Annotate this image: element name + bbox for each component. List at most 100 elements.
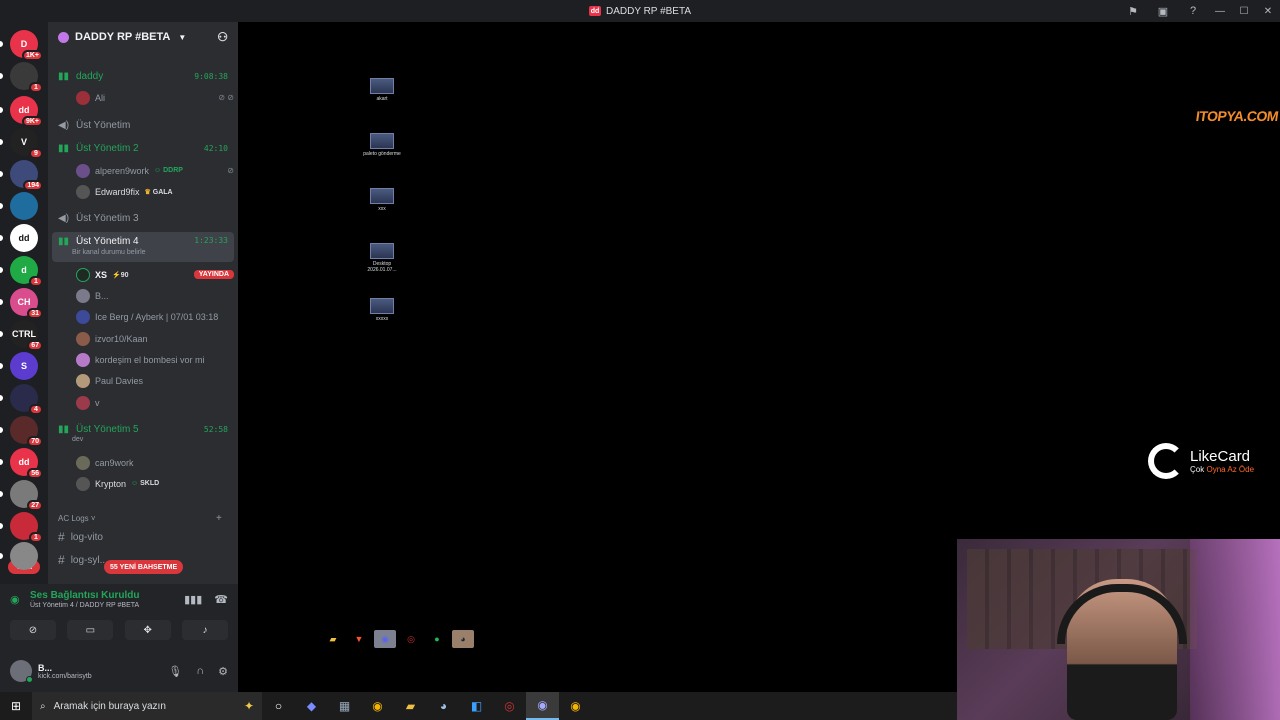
server-icon[interactable]: 70 xyxy=(10,416,43,447)
chrome-icon[interactable]: ◉ xyxy=(559,692,592,720)
screen-share-button[interactable]: ▭ xyxy=(67,620,114,640)
taskbar-search[interactable]: ⌕ Aramak için buraya yazın ✦ xyxy=(32,692,262,720)
steam-icon[interactable]: ◕ xyxy=(427,692,460,720)
voice-channel-ust-yonetim-2[interactable]: ▮▮ Üst Yönetim 2 42:10 xyxy=(52,138,234,158)
discord-icon[interactable]: ◉ xyxy=(526,692,559,720)
voice-user[interactable]: Ice Berg / Ayberk | 07/01 03:18 xyxy=(76,307,234,326)
server-icon[interactable]: 1 xyxy=(10,62,43,93)
signal-icon[interactable]: ◉ xyxy=(10,593,30,606)
unread-pill xyxy=(0,491,3,497)
new-mentions-pill[interactable]: 55 YENİ BAHSETME xyxy=(104,560,184,574)
desktop-icon[interactable]: Desktop 2026.01.07... xyxy=(362,243,402,273)
disconnect-icon[interactable]: ☎ xyxy=(214,593,228,606)
voice-location[interactable]: Üst Yönetim 4 / DADDY RP #BETA xyxy=(30,602,139,609)
help-icon[interactable]: ? xyxy=(1178,0,1208,22)
server-header[interactable]: DADDY RP #BETA ▼ ⚇ xyxy=(48,22,238,52)
server-icon[interactable]: V9 xyxy=(10,128,43,159)
server-icon[interactable]: 194 xyxy=(10,160,43,191)
voice-user[interactable]: Krypton ☺ SKLD xyxy=(76,474,234,493)
voice-status[interactable]: Ses Bağlantısı Kuruldu xyxy=(30,590,139,601)
voice-user[interactable]: can9work xyxy=(76,453,234,472)
desktop-icon[interactable]: paleto gönderme xyxy=(362,133,402,157)
voice-channel-ust-yonetim[interactable]: ◀) Üst Yönetim xyxy=(52,115,234,135)
brave-icon[interactable]: ▼ xyxy=(348,630,370,648)
voice-user[interactable]: Ali ⊘ ⊘ xyxy=(76,88,234,107)
close-button[interactable]: ✕ xyxy=(1256,0,1280,22)
voice-user[interactable]: Edward9fix ♛ GALA xyxy=(76,182,234,201)
server-icon[interactable]: 1 xyxy=(10,512,43,543)
server-icon[interactable]: CTRL 67 xyxy=(10,320,43,351)
minimize-button[interactable]: — xyxy=(1208,0,1232,22)
add-channel-icon[interactable]: + xyxy=(216,513,222,524)
voice-channel-ust-yonetim-3[interactable]: ◀) Üst Yönetim 3 xyxy=(52,208,234,228)
unread-pill xyxy=(0,395,3,401)
activities-button[interactable]: ✥ xyxy=(124,620,171,640)
voice-channel-ust-yonetim-5[interactable]: ▮▮ Üst Yönetim 5 52:58 dev xyxy=(52,419,234,444)
server-icon[interactable]: dd 9K+ xyxy=(10,96,43,127)
server-name: DADDY RP #BETA xyxy=(75,31,171,43)
server-icon[interactable]: D 1K+ xyxy=(10,30,43,61)
headphones-icon[interactable]: ∩ xyxy=(196,665,204,678)
windows-start-icon[interactable]: ⊞ xyxy=(0,692,32,720)
image-file-icon xyxy=(370,78,394,94)
voice-user[interactable]: B... xyxy=(76,286,234,305)
voice-channel-ust-yonetim-4[interactable]: ▮▮ Üst Yönetim 4 1:23:33 Bir kanal durum… xyxy=(52,232,234,262)
server-icon[interactable]: d1 xyxy=(10,256,43,287)
folder-icon[interactable]: ▰ xyxy=(322,630,344,648)
chrome-icon[interactable]: ◉ xyxy=(361,692,394,720)
category-ac-logs[interactable]: AC Logs ˅ + xyxy=(58,513,228,524)
voice-user[interactable]: v xyxy=(76,393,234,412)
user-name: can9work xyxy=(95,457,134,468)
soundboard-button[interactable]: ♪ xyxy=(181,620,228,640)
avatar[interactable] xyxy=(10,660,33,683)
server-icon[interactable]: S xyxy=(10,352,38,380)
app-icon[interactable]: ◧ xyxy=(460,692,493,720)
copilot-sparkle-icon[interactable]: ✦ xyxy=(244,699,254,713)
cortana-icon[interactable]: ○ xyxy=(262,692,295,720)
noise-suppression-icon[interactable]: ▮▮▮ xyxy=(184,593,202,606)
discord-icon[interactable]: ◉ xyxy=(374,630,396,648)
server-icon[interactable]: dd 56 xyxy=(10,448,43,479)
voice-active-icon: ▮▮ xyxy=(58,423,70,435)
maximize-button[interactable]: ☐ xyxy=(1232,0,1256,22)
user-name[interactable]: B... xyxy=(38,663,92,673)
server-icon[interactable] xyxy=(10,192,38,220)
camera-off-button[interactable]: ⊘ xyxy=(10,620,56,640)
spotify-icon[interactable]: ● xyxy=(426,630,448,648)
unread-pill xyxy=(0,299,3,305)
screen-share-icon[interactable]: ▣ xyxy=(1148,0,1178,22)
invite-icon[interactable]: ⚇ xyxy=(217,30,228,44)
channel-status[interactable]: Bir kanal durumu belirle xyxy=(72,249,146,256)
hash-icon: # xyxy=(58,530,65,544)
calculator-icon[interactable]: ▦ xyxy=(328,692,361,720)
server-icon[interactable]: CH 31 xyxy=(10,288,43,319)
voice-user[interactable]: izvor10/Kaan xyxy=(76,329,234,348)
server-icon[interactable]: 4 xyxy=(10,384,43,415)
app-icon[interactable]: ◆ xyxy=(295,692,328,720)
voice-user[interactable]: alperen9work ☺ DDRP ⊘ xyxy=(76,161,234,180)
text-channel-log-vito[interactable]: # log-vito xyxy=(52,527,234,547)
channel-name: Üst Yönetim 2 xyxy=(76,142,139,154)
unread-pill xyxy=(0,107,3,113)
channel-name: Üst Yönetim 4 xyxy=(76,236,139,247)
avatar xyxy=(76,476,90,491)
rockstar-icon[interactable]: ◎ xyxy=(400,630,422,648)
server-icon[interactable]: 27 xyxy=(10,480,43,511)
voice-user[interactable]: XS ⚡90 YAYINDA xyxy=(76,265,234,284)
settings-gear-icon[interactable]: ⚙ xyxy=(218,665,228,678)
microphone-icon[interactable]: 🎙 xyxy=(168,665,182,678)
steam-icon[interactable]: ◕ xyxy=(452,630,474,648)
voice-user[interactable]: kordeşim el bombesi vor mi xyxy=(76,350,234,369)
rockstar-icon[interactable]: ◎ xyxy=(493,692,526,720)
desktop-icon[interactable]: akart xyxy=(362,78,402,102)
server-icon[interactable] xyxy=(10,542,38,570)
desktop-icon[interactable]: xxxxx xyxy=(362,298,402,322)
voice-user[interactable]: Paul Davies xyxy=(76,371,234,390)
server-icon[interactable]: dd xyxy=(10,224,38,252)
inbox-icon[interactable]: ⚑ xyxy=(1118,0,1148,22)
file-explorer-icon[interactable]: ▰ xyxy=(394,692,427,720)
muted-icon: ⊘ xyxy=(227,166,234,175)
desktop-icon[interactable]: xxx xyxy=(362,188,402,212)
voice-channel-daddy[interactable]: ▮▮ daddy 9:08:38 xyxy=(52,66,234,86)
server-initials: S xyxy=(20,361,27,371)
